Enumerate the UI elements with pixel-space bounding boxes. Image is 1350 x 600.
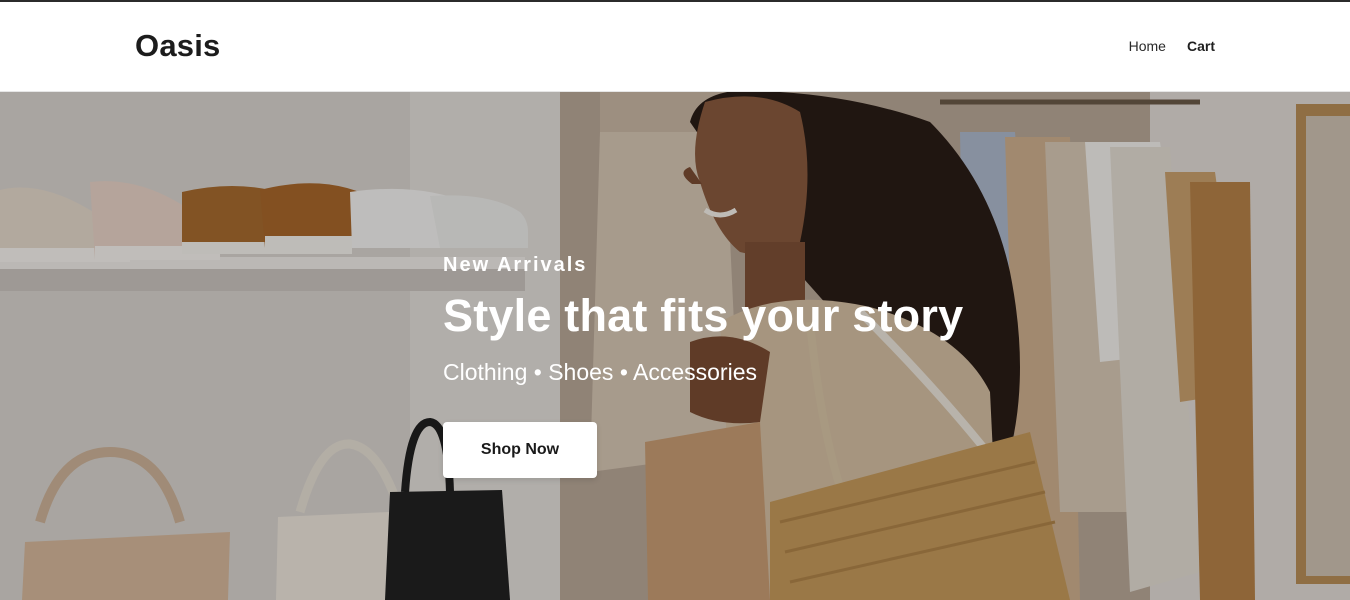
site-logo[interactable]: Oasis <box>135 28 220 64</box>
hero-headline: Style that fits your story <box>443 290 964 341</box>
main-nav: Home Cart <box>1129 38 1215 54</box>
nav-link-cart[interactable]: Cart <box>1187 38 1215 54</box>
hero-eyebrow: New Arrivals <box>443 254 588 276</box>
hero-banner: New Arrivals Style that fits your story … <box>0 92 1350 600</box>
shop-now-button[interactable]: Shop Now <box>443 421 597 478</box>
hero-subline: Clothing • Shoes • Accessories <box>443 358 757 385</box>
site-header: Oasis Home Cart <box>0 2 1350 92</box>
hero-content: New Arrivals Style that fits your story … <box>443 254 963 478</box>
nav-link-home[interactable]: Home <box>1129 38 1166 54</box>
